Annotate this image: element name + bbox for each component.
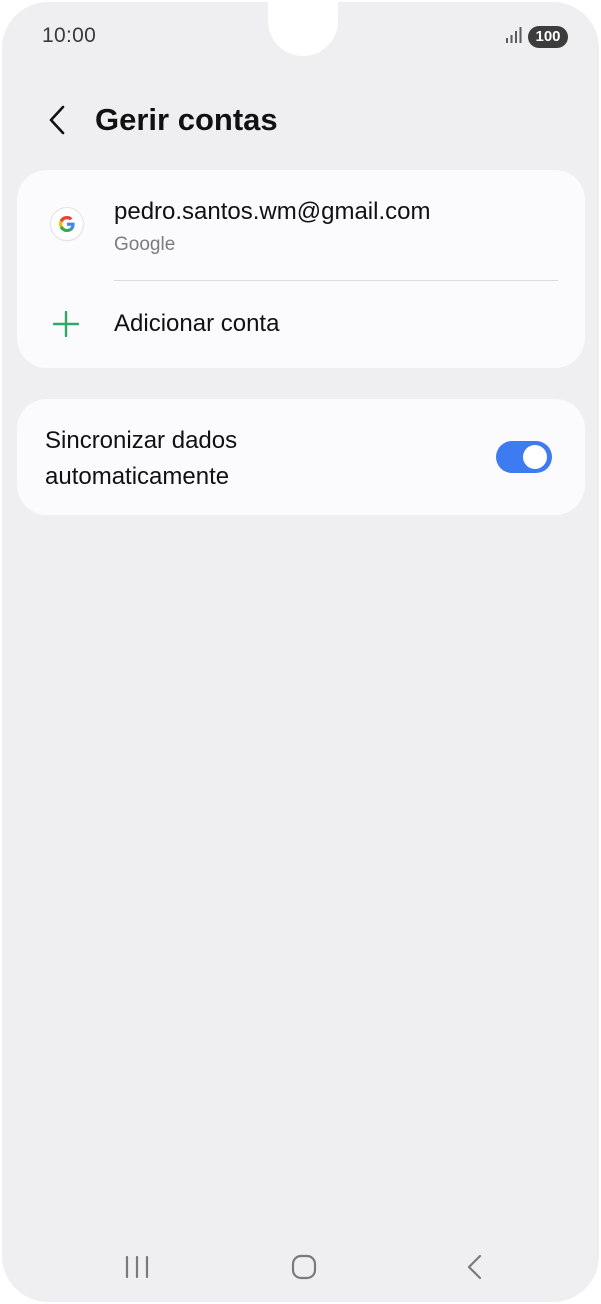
account-type: Google [114,234,176,255]
back-button[interactable] [40,100,74,140]
sync-toggle[interactable] [496,441,552,473]
add-account-button[interactable]: Adicionar conta [17,281,585,368]
back-icon[interactable] [460,1252,490,1282]
battery-icon: 100 [528,26,568,48]
add-account-label: Adicionar conta [114,310,280,337]
chevron-left-icon [49,105,65,135]
phone-screen: 10:00 100 Gerir contas pedro.santos.wm@g… [2,2,599,1302]
recent-apps-icon[interactable] [120,1252,154,1282]
status-time: 10:00 [42,24,97,47]
account-item[interactable]: pedro.santos.wm@gmail.com Google [17,170,585,280]
camera-notch [268,2,338,56]
page-title: Gerir contas [95,102,278,137]
signal-icon [506,27,522,43]
account-email: pedro.santos.wm@gmail.com [114,198,431,225]
home-icon[interactable] [289,1252,319,1282]
sync-label: Sincronizar dados automaticamente [45,427,238,490]
google-icon [51,208,83,240]
toggle-knob [523,445,547,469]
accounts-card: pedro.santos.wm@gmail.com Google Adicion… [17,170,585,368]
sync-card[interactable]: Sincronizar dados automaticamente [17,399,585,515]
plus-icon [53,311,79,337]
navigation-bar [2,1238,599,1298]
